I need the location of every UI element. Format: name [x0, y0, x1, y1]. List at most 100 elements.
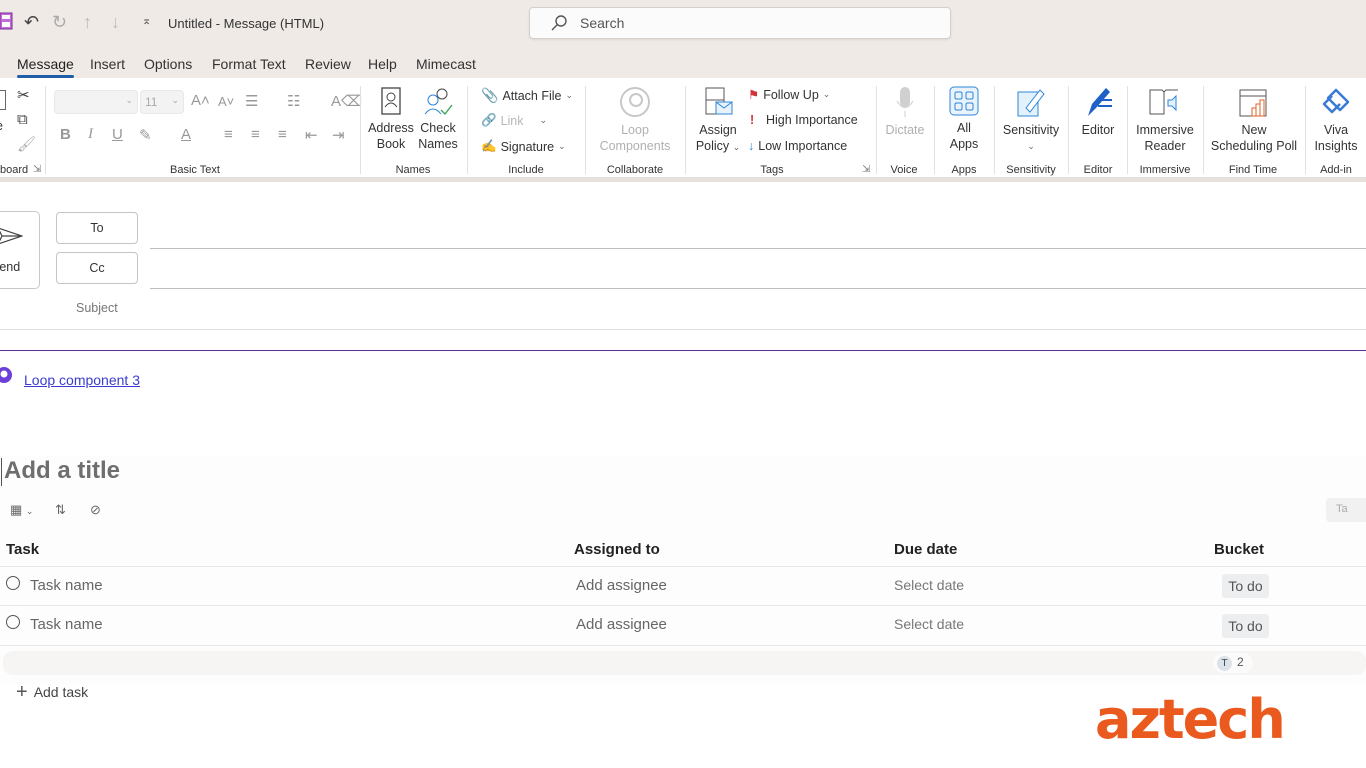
search-box[interactable]: Search	[529, 7, 951, 39]
paperclip-icon: 📎	[481, 87, 499, 103]
tab-format-text[interactable]: Format Text	[212, 56, 286, 72]
new-scheduling-poll-button[interactable]: New Scheduling Poll	[1210, 86, 1298, 154]
to-button[interactable]: To	[56, 212, 138, 244]
sensitivity-icon	[1017, 89, 1045, 117]
separator	[994, 86, 995, 174]
tab-insert[interactable]: Insert	[90, 56, 125, 72]
assignee-cell[interactable]: Add assignee	[576, 577, 667, 594]
link-icon: 🔗	[481, 113, 497, 127]
format-painter-icon[interactable]: 🖌	[17, 135, 36, 153]
grow-font-icon[interactable]: A˄	[191, 92, 210, 109]
task-name-cell[interactable]: Task name	[30, 577, 103, 594]
shrink-font-icon[interactable]: A˅	[218, 94, 234, 109]
to-field[interactable]	[150, 248, 1366, 249]
font-size-dropdown[interactable]: 11 ⌄	[140, 90, 184, 114]
redo-icon[interactable]: ↻	[52, 12, 67, 33]
immersive-group-label: Immersive	[1139, 164, 1191, 176]
font-color-icon[interactable]: A	[181, 126, 191, 143]
cc-field[interactable]	[150, 288, 1366, 289]
link-button[interactable]: 🔗 Link ⌄	[481, 113, 547, 128]
highlight-icon[interactable]: ✎	[139, 126, 152, 144]
numbering-icon[interactable]: ☷	[287, 92, 300, 110]
title-bar: ↶ ↻ ↑ ↓ ⌅ Untitled - Message (HTML) Sear…	[0, 0, 1366, 46]
font-name-dropdown[interactable]: ⌄	[54, 90, 138, 114]
tab-mimecast[interactable]: Mimecast	[416, 56, 476, 72]
cut-icon[interactable]: ✂	[17, 86, 30, 104]
bucket-badge[interactable]: To do	[1222, 574, 1269, 598]
tab-review[interactable]: Review	[305, 56, 351, 72]
bullets-icon[interactable]: ☰	[245, 92, 258, 110]
viva-insights-button[interactable]: Viva Insights	[1312, 86, 1360, 154]
task-count: 2	[1237, 655, 1244, 669]
underline-icon[interactable]: U	[112, 126, 123, 143]
undo-icon[interactable]: ↶	[24, 12, 39, 33]
text-caret	[1, 458, 2, 486]
aztech-logo: aztech	[1095, 688, 1286, 751]
paste-button[interactable]: e	[0, 118, 3, 134]
send-button[interactable]: Send	[0, 211, 40, 289]
hide-fields-icon[interactable]: ⊘	[90, 502, 101, 518]
microphone-icon	[896, 87, 914, 117]
planner-chip[interactable]: Ta	[1326, 498, 1366, 522]
all-apps-button[interactable]: All Apps	[942, 86, 986, 152]
next-item-icon[interactable]: ↓	[111, 12, 120, 33]
previous-item-icon[interactable]: ↑	[83, 12, 92, 33]
align-right-icon[interactable]: ≡	[278, 126, 287, 143]
column-header-due-date[interactable]: Due date	[894, 541, 957, 558]
increase-indent-icon[interactable]: ⇥	[332, 126, 345, 144]
loop-components-button[interactable]: Loop Components	[593, 86, 677, 154]
check-names-button[interactable]: Check Names	[417, 86, 459, 152]
separator	[585, 86, 586, 174]
tab-help[interactable]: Help	[368, 56, 397, 72]
italic-icon[interactable]: I	[88, 126, 93, 143]
tab-message[interactable]: Message	[17, 56, 74, 78]
column-header-bucket[interactable]: Bucket	[1214, 541, 1264, 558]
basic-text-group-label: Basic Text	[170, 164, 220, 176]
column-header-task[interactable]: Task	[6, 541, 39, 558]
column-header-assigned-to[interactable]: Assigned to	[574, 541, 660, 558]
low-importance-button[interactable]: ↓ Low Importance	[748, 139, 847, 153]
signature-button[interactable]: ✍ Signature ⌄	[481, 139, 566, 154]
assign-policy-button[interactable]: Assign Policy ⌄	[692, 86, 744, 155]
complete-task-radio[interactable]	[6, 615, 20, 629]
separator	[685, 86, 686, 174]
tab-options[interactable]: Options	[144, 56, 192, 72]
save-icon[interactable]	[0, 12, 14, 30]
find-time-group-label: Find Time	[1228, 164, 1278, 176]
bold-icon[interactable]: B	[60, 126, 71, 143]
sensitivity-group-label: Sensitivity	[1006, 164, 1056, 176]
due-date-cell[interactable]: Select date	[894, 616, 964, 632]
tags-launcher-icon[interactable]: ⇲	[862, 164, 870, 175]
complete-task-radio[interactable]	[6, 576, 20, 590]
cc-button[interactable]: Cc	[56, 252, 138, 284]
copy-icon[interactable]: ⧉	[17, 111, 28, 128]
bucket-badge[interactable]: To do	[1222, 614, 1269, 638]
customize-qat-icon[interactable]: ⌅	[142, 14, 151, 27]
align-left-icon[interactable]: ≡	[224, 126, 233, 143]
clear-formatting-icon[interactable]: A⌫	[331, 92, 362, 110]
loop-component-link[interactable]: Loop component 3	[24, 372, 140, 388]
address-book-button[interactable]: Address Book	[368, 86, 414, 152]
due-date-cell[interactable]: Select date	[894, 577, 964, 593]
add-task-button[interactable]: + Add task	[16, 682, 88, 702]
clipboard-launcher-icon[interactable]: ⇲	[33, 164, 41, 175]
task-name-cell[interactable]: Task name	[30, 616, 103, 633]
table-view-icon[interactable]: ▦ ⌄	[10, 502, 33, 518]
high-importance-button[interactable]: ! High Importance	[750, 113, 858, 127]
ribbon-tabs: Message Insert Options Format Text Revie…	[0, 46, 1366, 80]
separator	[1305, 86, 1306, 174]
sensitivity-button[interactable]: Sensitivity ⌄	[1000, 86, 1062, 154]
attach-file-button[interactable]: 📎 Attach File ⌄	[481, 87, 573, 104]
editor-button[interactable]: Editor	[1076, 86, 1120, 138]
align-center-icon[interactable]: ≡	[251, 126, 260, 143]
check-names-icon	[424, 88, 453, 116]
title-input[interactable]: Add a title	[4, 457, 120, 485]
subject-field[interactable]	[0, 329, 1366, 330]
decrease-indent-icon[interactable]: ⇤	[305, 126, 318, 144]
immersive-reader-button[interactable]: Immersive Reader	[1134, 86, 1196, 154]
sort-icon[interactable]: ⇅	[55, 502, 66, 518]
separator	[1127, 86, 1128, 174]
dictate-button[interactable]: Dictate	[882, 86, 928, 138]
follow-up-button[interactable]: ⚑ Follow Up ⌄	[748, 87, 830, 103]
assignee-cell[interactable]: Add assignee	[576, 616, 667, 633]
